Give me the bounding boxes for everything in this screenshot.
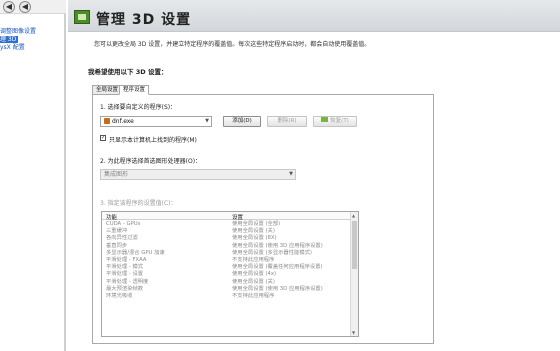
scroll-up-icon[interactable]: ▲ [352,213,355,218]
show-local-programs-label: 只显示本计算机上找到的程序(M) [109,137,197,144]
table-row[interactable]: 最大预渲染帧数 使用全局设置 (使用 3D 应用程序设置) [102,286,350,293]
page-description: 您可以更改全局 3D 设置，并建立特定程序的覆盖值。每次这些特定程序启动时，都会… [94,41,371,48]
tree-item-manage-3d[interactable]: 理 3D [0,36,19,43]
page-header: 管理 3D 设置 [68,0,560,32]
program-icon [104,118,110,124]
graphics-processor-select[interactable]: 集成图形 ▼ [100,169,296,180]
list-scrollbar[interactable]: ▲ ▼ [350,212,358,336]
delete-button[interactable]: 删除(R) [267,116,307,127]
tree-item-adjust-image[interactable]: 调整图像设置 [0,28,36,35]
add-button[interactable]: 添加(D) [223,116,261,127]
main-content: 管理 3D 设置 您可以更改全局 3D 设置，并建立特定程序的覆盖值。每次这些特… [68,0,560,351]
section-title: 我希望使用以下 3D 设置： [88,68,168,76]
back-arrow-icon: ◀ [5,2,13,11]
back-button[interactable]: ◀ [3,1,15,13]
table-row[interactable]: 垂直同步 使用全局设置 (使用 3D 应用程序设置) [102,243,350,250]
table-row[interactable]: 三重缓冲 使用全局设置 (关) [102,228,350,235]
step2-label: 2. 为此程序选择首选图形处理器(O)： [100,158,202,165]
show-local-programs-checkbox[interactable]: ✓ [100,135,106,141]
step1-label: 1. 选择要自定义的程序(S)： [100,104,177,111]
nvidia-3d-icon [74,10,90,24]
program-settings-panel: 1. 选择要自定义的程序(S)： dnf.exe ▼ 添加(D) 删除(R) 恢… [92,94,434,344]
forward-button[interactable]: ◀ [19,1,31,13]
nvidia-restore-icon [321,117,329,122]
navigation-toolbar: ◀ ◀ [0,0,66,14]
program-select-value: dnf.exe [112,118,134,125]
program-select[interactable]: dnf.exe ▼ [100,116,212,127]
feature-settings-list[interactable]: 功能 设置 CUDA - GPUs 使用全局设置 (全部) 三重缓冲 使用全局设置 … [101,211,359,337]
chevron-down-icon: ▼ [205,118,209,124]
tab-program-settings[interactable]: 程序设置 [119,85,150,95]
table-row[interactable]: 多显示器/混合 GPU 加速 使用全局设置 (多显示器性能模式) [102,250,350,257]
restore-button[interactable]: 恢复(T) [313,116,357,127]
checkmark-icon: ✓ [101,135,106,141]
table-row[interactable]: 平滑处理 - 设置 使用全局设置 (4x) [102,271,350,278]
graphics-processor-value: 集成图形 [104,171,129,178]
step3-label: 3. 指定该程序的设置值(C)： [100,200,177,207]
table-row[interactable]: 各向异性过滤 使用全局设置 (8X) [102,235,350,242]
table-row[interactable]: 环境光吸收 不支持此应用程序 [102,293,350,300]
chevron-down-icon: ▼ [289,171,293,177]
table-row[interactable]: 平滑处理 - 透明度 使用全局设置 (关) [102,279,350,286]
tree-item-physx[interactable]: ysX 配置 [0,44,25,51]
forward-arrow-icon: ◀ [21,2,29,11]
column-header-feature[interactable]: 功能 [106,213,117,221]
page-title: 管理 3D 设置 [96,12,192,28]
column-header-setting[interactable]: 设置 [232,213,243,221]
list-header: 功能 设置 [102,212,350,221]
table-row[interactable]: CUDA - GPUs 使用全局设置 (全部) [102,221,350,228]
task-tree-pane: 调整图像设置 理 3D ysX 配置 [0,14,66,351]
scrollbar-thumb[interactable] [352,221,357,269]
scroll-down-icon[interactable]: ▼ [352,330,355,335]
